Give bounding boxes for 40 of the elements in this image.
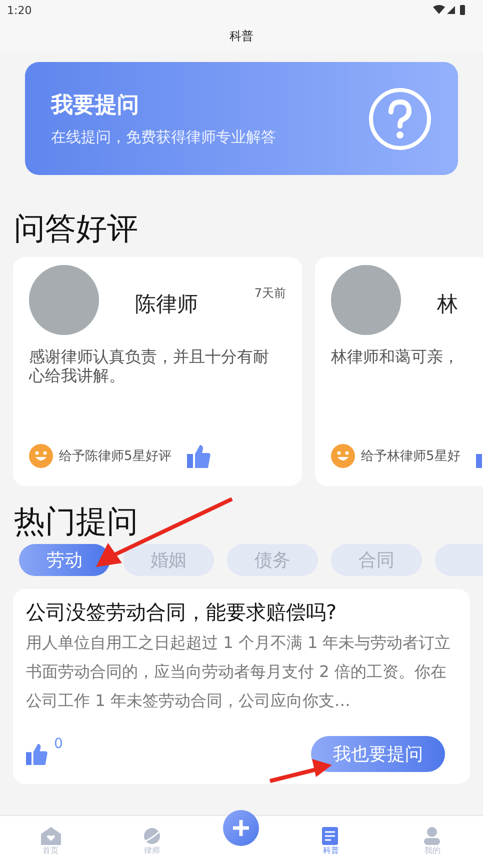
document-icon	[320, 827, 341, 845]
question-text: 用人单位自用工之日起超过 1 个月不满 1 年未与劳动者订立书面劳动合同的，应当向劳动者每月支付 2 倍的工资。你在公司工作 1 年未签劳动合同，公司应向你支…	[26, 632, 452, 712]
smile-icon	[331, 444, 355, 468]
like-count: 0	[54, 736, 63, 752]
category-tab[interactable]: 债务	[227, 544, 318, 576]
planet-icon	[142, 827, 162, 845]
review-time: 7天前	[254, 285, 286, 302]
category-tab[interactable]: 劳动	[19, 544, 110, 576]
category-tab[interactable]: 合同	[331, 544, 422, 576]
section-heading: 问答好评	[14, 210, 138, 249]
review-text: 感谢律师认真负责，并且十分有耐心给我讲解。	[29, 347, 270, 387]
banner-subtitle: 在线提问，免费获得律师专业解答	[51, 128, 276, 147]
ask-banner[interactable]: 我要提问 在线提问，免费获得律师专业解答	[25, 62, 458, 175]
rating-text: 给予陈律师5星好评	[59, 448, 172, 465]
question-icon	[368, 86, 432, 150]
question-title: 公司没签劳动合同，能要求赔偿吗?	[26, 599, 338, 626]
banner-title: 我要提问	[51, 92, 140, 120]
nav-tab[interactable]: 我的	[402, 827, 462, 856]
page-title: 科普	[230, 28, 254, 44]
plus-icon	[232, 819, 250, 837]
user-icon	[422, 827, 442, 845]
annotation-arrow	[268, 757, 334, 783]
nav-tab[interactable]: 科普	[300, 827, 361, 856]
rating-text: 给予林律师5星好	[361, 448, 460, 465]
nav-tab[interactable]: 首页	[20, 827, 81, 856]
status-time: 1:20	[7, 4, 32, 16]
question-card[interactable]: 公司没签劳动合同，能要求赔偿吗? 用人单位自用工之日起超过 1 个月不满 1 年未与劳动者订立书面劳动合同的，应当向劳动者每月支付 2 倍的工资。你在公司工作 1 年未签劳动合同，公司应向你支… 0 我也要提问	[13, 589, 470, 784]
home-icon	[40, 827, 61, 845]
review-card[interactable]: 陈律师 7天前 感谢律师认真负责，并且十分有耐心给我讲解。 给予陈律师5星好评	[13, 257, 302, 486]
category-tab[interactable]: 婚姻	[123, 544, 214, 576]
lawyer-name: 陈律师	[135, 291, 198, 318]
review-text: 林律师和蔼可亲，	[331, 347, 460, 368]
add-button[interactable]	[223, 810, 260, 846]
review-card[interactable]: 林 林律师和蔼可亲， 给予林律师5星好	[315, 257, 483, 486]
smile-icon	[29, 444, 53, 468]
lawyer-name: 林	[437, 291, 458, 318]
section-heading: 热门提问	[14, 503, 138, 542]
nav-tab[interactable]: 律师	[122, 827, 182, 856]
status-icons	[433, 4, 467, 16]
ask-too-button[interactable]: 我也要提问	[311, 736, 445, 772]
